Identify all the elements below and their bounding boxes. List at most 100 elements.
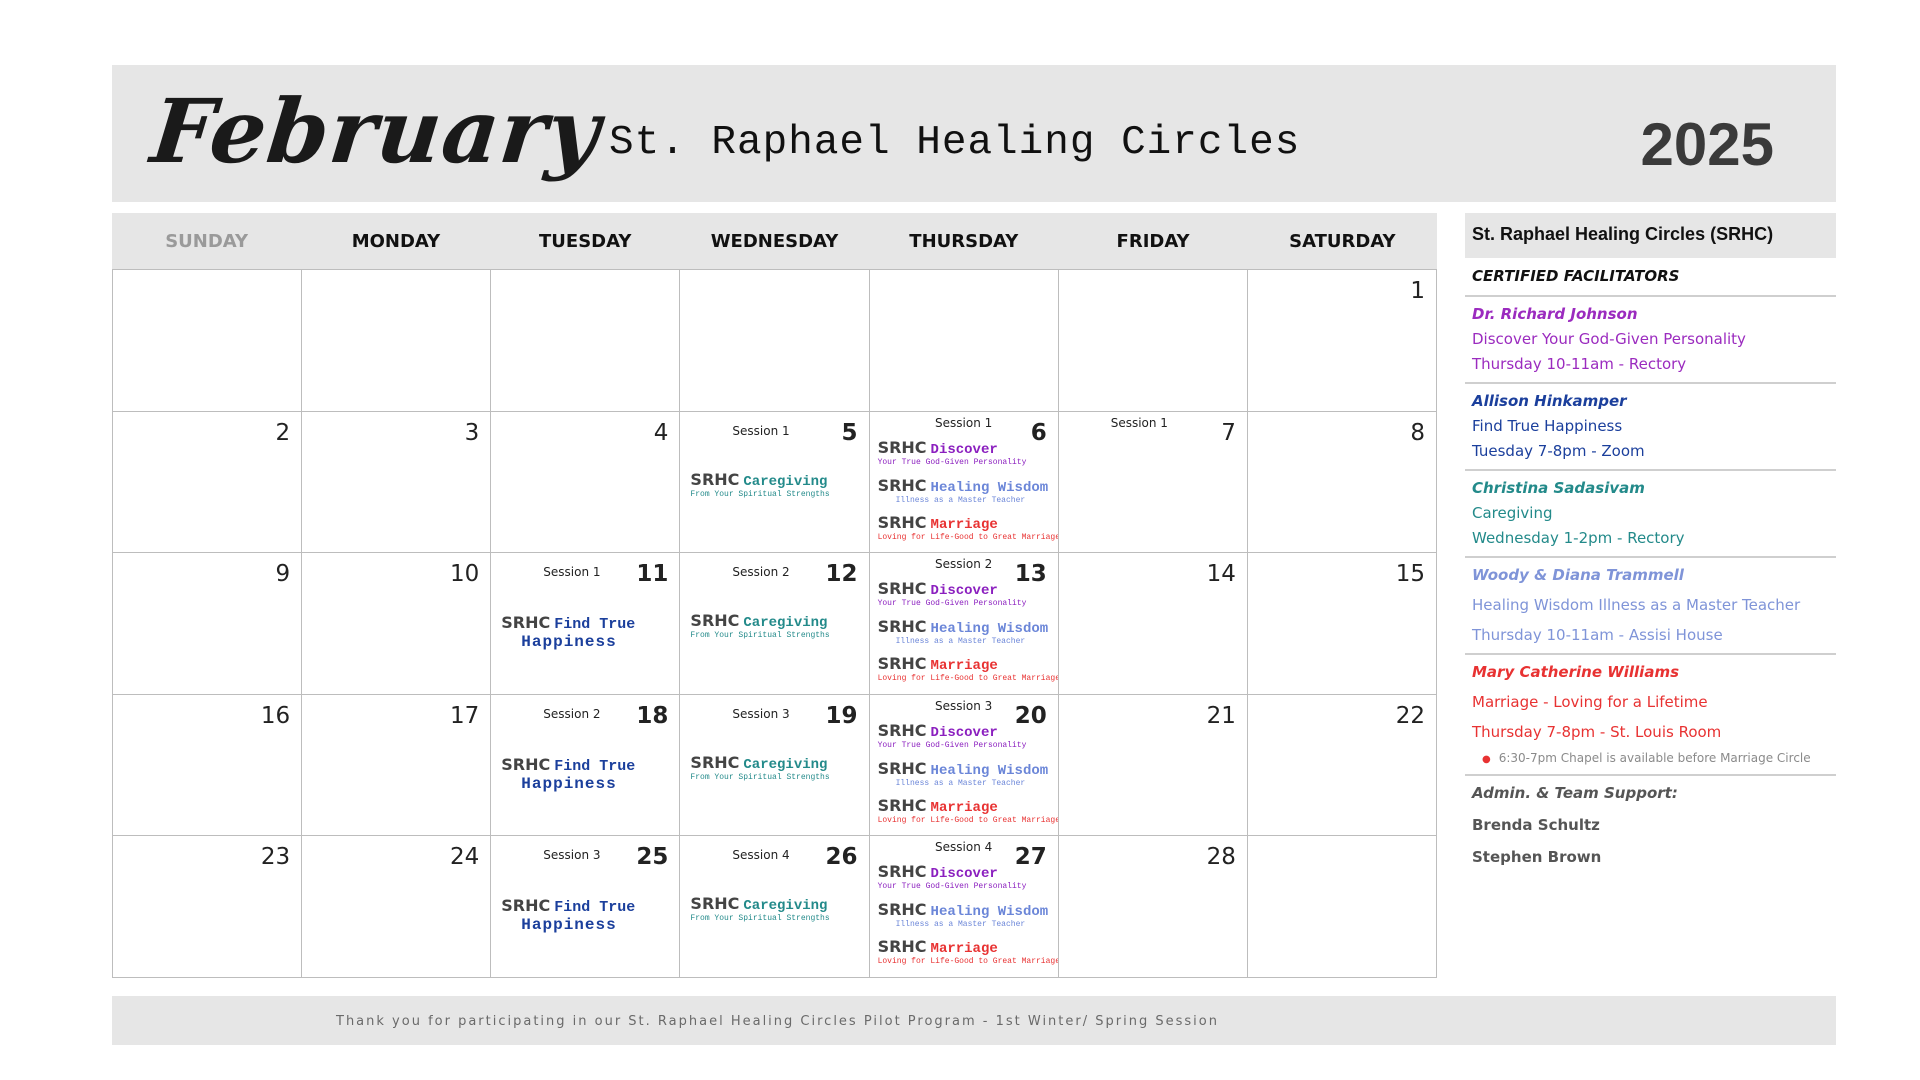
event-subtitle: Illness as a Master Teacher bbox=[895, 778, 1026, 788]
session-label: Session 3 bbox=[732, 706, 790, 721]
day-cell-empty bbox=[113, 270, 303, 412]
event-title: Discover bbox=[930, 724, 998, 741]
day-number: 17 bbox=[450, 702, 480, 729]
session-label: Session 2 bbox=[732, 565, 790, 579]
facilitator-program: Healing Wisdom Illness as a Master Teach… bbox=[1472, 596, 1801, 614]
day-cell[interactable]: Session 1 11 SRHC Find True Happiness bbox=[491, 553, 681, 695]
facilitator-schedule: Wednesday 1-2pm - Rectory bbox=[1472, 529, 1685, 547]
day-cell[interactable]: 28 bbox=[1058, 836, 1248, 978]
day-cell[interactable]: Session 4 27 SRHC Discover Your True God-… bbox=[869, 836, 1059, 978]
facilitator-name: Woody & Diana Trammell bbox=[1472, 566, 1684, 584]
facilitator-name: Allison Hinkamper bbox=[1472, 392, 1627, 410]
event-title-line2: Happiness bbox=[521, 633, 617, 651]
day-number: 18 bbox=[636, 702, 669, 729]
srhc-label: SRHC bbox=[877, 937, 927, 956]
day-cell[interactable]: Session 3 25 SRHC Find True Happiness bbox=[491, 836, 681, 978]
event-healing-wisdom[interactable]: SRHC Healing Wisdom Illness as a Master T… bbox=[878, 900, 1054, 930]
day-number: 21 bbox=[1206, 702, 1236, 729]
weekday-thursday: THURSDAY bbox=[909, 230, 1019, 252]
day-number: 3 bbox=[464, 419, 480, 446]
day-cell[interactable]: 2 bbox=[113, 411, 303, 553]
day-cell[interactable]: 23 bbox=[113, 836, 303, 978]
event-find-true-happiness[interactable]: SRHC Find True Happiness bbox=[501, 896, 675, 934]
event-subtitle: Loving for Life-Good to Great Marriage bbox=[877, 815, 1059, 825]
chapel-note-text: 6:30-7pm Chapel is available before Marr… bbox=[1498, 751, 1811, 765]
event-caregiving[interactable]: SRHC Caregiving From Your Spiritual Stren… bbox=[690, 611, 864, 641]
day-cell[interactable]: Session 2 18 SRHC Find True Happiness bbox=[491, 694, 681, 836]
day-cell[interactable]: 1 bbox=[1247, 270, 1437, 412]
day-cell[interactable]: Session 4 26 SRHC Caregiving From Your Sp… bbox=[680, 836, 870, 978]
event-marriage[interactable]: SRHC Marriage Loving for Life-Good to Gre… bbox=[878, 513, 1058, 543]
event-marriage[interactable]: SRHC Marriage Loving for Life-Good to Gre… bbox=[877, 654, 1058, 684]
event-marriage[interactable]: SRHC Marriage Loving for Life-Good to Gre… bbox=[877, 796, 1059, 826]
day-number: 15 bbox=[1395, 561, 1425, 587]
day-cell[interactable]: Session 1 5 SRHC Caregiving From Your Spi… bbox=[680, 411, 870, 553]
event-title: Caregiving bbox=[743, 615, 828, 631]
event-title: Find True bbox=[554, 757, 636, 775]
event-healing-wisdom[interactable]: SRHC Healing Wisdom Illness as a Master T… bbox=[878, 617, 1054, 647]
day-number: 5 bbox=[841, 419, 858, 446]
event-caregiving[interactable]: SRHC Caregiving From Your Spiritual Stren… bbox=[690, 894, 864, 924]
admin-support: Admin. & Team Support: Brenda Schultz St… bbox=[1465, 776, 1836, 874]
event-discover[interactable]: SRHC Discover Your True God-Given Persona… bbox=[878, 862, 1054, 892]
day-cell[interactable]: 10 bbox=[302, 553, 492, 695]
weekday-tuesday: TUESDAY bbox=[539, 230, 632, 252]
event-title: Healing Wisdom bbox=[930, 621, 1049, 637]
srhc-label: SRHC bbox=[877, 654, 927, 673]
day-cell[interactable]: 17 bbox=[302, 694, 492, 836]
day-number: 9 bbox=[275, 561, 291, 587]
day-cell[interactable]: Session 2 12 SRHC Caregiving From Your Sp… bbox=[680, 553, 870, 695]
facilitator-program: Caregiving bbox=[1472, 504, 1553, 522]
facilitator-entry: Allison Hinkamper Find True Happiness Tu… bbox=[1465, 384, 1836, 471]
event-marriage[interactable]: SRHC Marriage Loving for Life-Good to Gre… bbox=[877, 937, 1059, 967]
day-number: 8 bbox=[1410, 419, 1425, 446]
day-cell[interactable]: 4 bbox=[491, 411, 681, 553]
event-find-true-happiness[interactable]: SRHC Find True Happiness bbox=[501, 613, 675, 651]
day-number: 23 bbox=[260, 844, 291, 870]
day-cell[interactable]: 22 bbox=[1247, 694, 1437, 836]
day-cell[interactable]: Session 3 19 SRHC Caregiving From Your Sp… bbox=[680, 694, 870, 836]
day-cell[interactable]: Session 3 20 SRHC Discover Your True God-… bbox=[869, 694, 1059, 836]
session-label: Session 1 bbox=[1110, 415, 1168, 430]
facilitator-program: Marriage - Loving for a Lifetime bbox=[1472, 693, 1708, 711]
event-caregiving[interactable]: SRHC Caregiving From Your Spiritual Stren… bbox=[690, 753, 864, 783]
day-cell[interactable]: 8 bbox=[1247, 411, 1437, 553]
event-discover[interactable]: SRHC Discover Your True God-Given Persona… bbox=[878, 579, 1054, 609]
day-cell[interactable]: 16 bbox=[113, 694, 303, 836]
session-label: Session 4 bbox=[732, 848, 790, 862]
weekday-sunday: SUNDAY bbox=[165, 230, 249, 252]
weekday-friday: FRIDAY bbox=[1116, 230, 1190, 252]
day-cell[interactable]: Session 1 6 SRHC Discover Your True God-G… bbox=[869, 411, 1059, 553]
day-cell-empty bbox=[1247, 836, 1437, 978]
event-caregiving[interactable]: SRHC Caregiving From Your Spiritual Stren… bbox=[690, 470, 864, 500]
srhc-label: SRHC bbox=[877, 720, 927, 740]
event-title: Discover bbox=[930, 441, 998, 458]
event-healing-wisdom[interactable]: SRHC Healing Wisdom Illness as a Master T… bbox=[878, 476, 1054, 506]
day-cell[interactable]: 14 bbox=[1058, 553, 1248, 695]
page-title: St. Raphael Healing Circles bbox=[609, 120, 1301, 166]
facilitator-entry: Mary Catherine Williams Marriage - Lovin… bbox=[1465, 655, 1836, 776]
srhc-label: SRHC bbox=[690, 894, 740, 913]
srhc-label: SRHC bbox=[501, 613, 551, 632]
calendar-header: February St. Raphael Healing Circles 202… bbox=[112, 65, 1836, 202]
calendar: SUNDAY MONDAY TUESDAY WEDNESDAY THURSDAY… bbox=[112, 213, 1437, 978]
event-subtitle: Loving for Life-Good to Great Marriage bbox=[877, 957, 1059, 966]
day-cell[interactable]: 9 bbox=[113, 553, 303, 695]
day-number: 16 bbox=[260, 702, 291, 729]
day-cell[interactable]: 21 bbox=[1058, 694, 1248, 836]
event-title: Marriage bbox=[930, 799, 998, 816]
event-discover[interactable]: SRHC Discover Your True God-Given Persona… bbox=[878, 721, 1054, 751]
srhc-label: SRHC bbox=[877, 862, 927, 881]
event-title: Find True bbox=[554, 616, 636, 633]
day-cell[interactable]: Session 2 13 SRHC Discover Your True God-… bbox=[869, 553, 1059, 695]
event-discover[interactable]: SRHC Discover Your True God-Given Persona… bbox=[878, 438, 1054, 468]
event-healing-wisdom[interactable]: SRHC Healing Wisdom Illness as a Master T… bbox=[878, 759, 1054, 789]
event-find-true-happiness[interactable]: SRHC Find True Happiness bbox=[501, 755, 675, 793]
facilitator-entry: Christina Sadasivam Caregiving Wednesday… bbox=[1465, 471, 1836, 558]
event-subtitle: Your True God-Given Personality bbox=[877, 457, 1027, 467]
day-cell[interactable]: Session 1 7 bbox=[1058, 411, 1248, 553]
facilitator-name: Mary Catherine Williams bbox=[1472, 663, 1680, 681]
day-cell[interactable]: 24 bbox=[302, 836, 492, 978]
day-cell[interactable]: 15 bbox=[1247, 553, 1437, 695]
day-cell[interactable]: 3 bbox=[302, 411, 492, 553]
